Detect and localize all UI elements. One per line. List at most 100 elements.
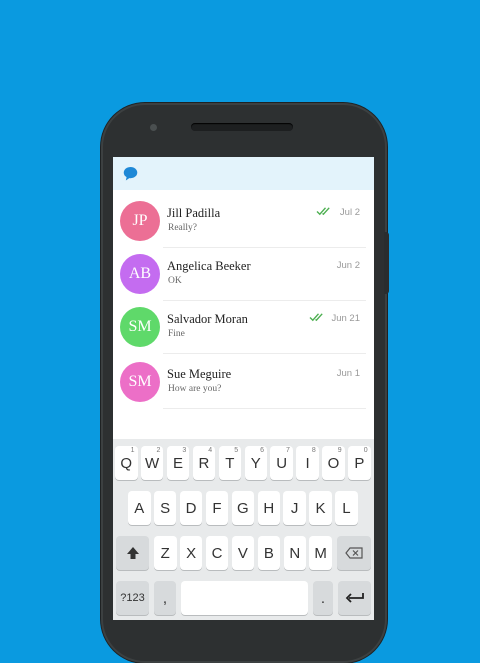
key-y[interactable]: Y6 bbox=[244, 446, 267, 480]
key-n[interactable]: N bbox=[283, 536, 306, 570]
message-preview: How are you? bbox=[168, 384, 222, 394]
double-check-icon bbox=[309, 313, 323, 322]
key-label: D bbox=[185, 499, 197, 517]
key-h[interactable]: H bbox=[257, 491, 280, 525]
key-number-hint: 1 bbox=[130, 447, 135, 454]
conversation-row[interactable]: SM Salvador Moran Fine Jun 21 bbox=[113, 301, 374, 354]
key-i[interactable]: I8 bbox=[296, 446, 319, 480]
key-x[interactable]: X bbox=[179, 536, 203, 570]
key-label: O bbox=[327, 454, 340, 472]
key-label: B bbox=[263, 544, 274, 562]
key-label: S bbox=[160, 499, 171, 517]
phone-side-button bbox=[384, 232, 389, 294]
enter-icon bbox=[345, 593, 364, 603]
period-key[interactable]: . bbox=[313, 581, 333, 615]
key-label: J bbox=[290, 499, 299, 517]
space-bar[interactable] bbox=[181, 581, 308, 615]
backspace-key[interactable] bbox=[337, 536, 371, 570]
avatar: SM bbox=[120, 362, 160, 402]
app-bar bbox=[113, 157, 374, 190]
key-c[interactable]: C bbox=[205, 536, 229, 570]
key-label: L bbox=[342, 499, 351, 517]
key-label: W bbox=[145, 454, 160, 472]
avatar: JP bbox=[120, 201, 160, 241]
key-q[interactable]: Q1 bbox=[115, 446, 138, 480]
key-label: I bbox=[305, 454, 310, 472]
key-v[interactable]: V bbox=[231, 536, 255, 570]
message-date: Jun 2 bbox=[336, 260, 360, 271]
message-preview: OK bbox=[168, 276, 182, 286]
row-divider bbox=[163, 408, 366, 409]
key-p[interactable]: P0 bbox=[348, 446, 371, 480]
key-label: Y bbox=[250, 454, 261, 472]
key-k[interactable]: K bbox=[309, 491, 332, 525]
avatar: SM bbox=[120, 307, 160, 347]
key-number-hint: 7 bbox=[285, 447, 290, 454]
key-label: U bbox=[276, 454, 288, 472]
key-g[interactable]: G bbox=[231, 491, 255, 525]
key-d[interactable]: D bbox=[179, 491, 203, 525]
key-label: C bbox=[211, 544, 223, 562]
key-l[interactable]: L bbox=[335, 491, 358, 525]
avatar: AB bbox=[120, 254, 160, 294]
message-preview: Really? bbox=[168, 223, 198, 233]
message-preview: Fine bbox=[168, 329, 185, 339]
key-label: P bbox=[354, 454, 365, 472]
key-label: T bbox=[225, 454, 235, 472]
key-label: Z bbox=[160, 544, 170, 562]
shift-key[interactable] bbox=[116, 536, 149, 570]
key-number-hint: 4 bbox=[208, 447, 213, 454]
key-label: Q bbox=[120, 454, 133, 472]
key-r[interactable]: R4 bbox=[192, 446, 216, 480]
contact-name: Salvador Moran bbox=[167, 312, 248, 326]
key-label: A bbox=[134, 499, 145, 517]
message-date: Jun 1 bbox=[336, 368, 360, 379]
key-label: . bbox=[320, 589, 326, 607]
contact-name: Jill Padilla bbox=[167, 206, 221, 220]
key-number-hint: 0 bbox=[363, 447, 368, 454]
key-b[interactable]: B bbox=[257, 536, 281, 570]
row-divider bbox=[163, 353, 366, 354]
front-camera bbox=[150, 124, 157, 131]
key-a[interactable]: A bbox=[128, 491, 151, 525]
key-label: X bbox=[186, 544, 197, 562]
conversation-row[interactable]: SM Sue Meguire How are you? Jun 1 bbox=[113, 356, 374, 409]
contact-name: Angelica Beeker bbox=[167, 259, 251, 273]
key-m[interactable]: M bbox=[309, 536, 332, 570]
earpiece-speaker bbox=[191, 123, 293, 131]
key-z[interactable]: Z bbox=[154, 536, 177, 570]
phone-screen: JP Jill Padilla Really? Jul 2 AB Angelica Bee… bbox=[113, 157, 374, 620]
key-o[interactable]: O9 bbox=[322, 446, 345, 480]
symbols-key[interactable]: ?123 bbox=[116, 581, 149, 615]
enter-key[interactable] bbox=[338, 581, 371, 615]
key-label: , bbox=[162, 589, 168, 607]
contact-name: Sue Meguire bbox=[167, 367, 232, 381]
double-check-icon bbox=[316, 207, 330, 216]
key-t[interactable]: T5 bbox=[218, 446, 242, 480]
key-number-hint: 6 bbox=[260, 447, 264, 454]
key-number-hint: 5 bbox=[234, 447, 239, 454]
key-label: E bbox=[173, 454, 184, 472]
key-number-hint: 8 bbox=[311, 447, 316, 454]
conversation-row[interactable]: AB Angelica Beeker OK Jun 2 bbox=[113, 248, 374, 301]
key-label: F bbox=[212, 499, 222, 517]
key-number-hint: 3 bbox=[182, 447, 187, 454]
message-date: Jul 2 bbox=[339, 207, 360, 218]
key-label: K bbox=[315, 499, 326, 517]
key-label: ?123 bbox=[120, 591, 145, 604]
key-s[interactable]: S bbox=[153, 491, 177, 525]
key-number-hint: 2 bbox=[156, 447, 161, 454]
comma-key[interactable]: , bbox=[154, 581, 176, 615]
key-f[interactable]: F bbox=[205, 491, 229, 525]
shift-icon bbox=[126, 547, 139, 559]
key-label: R bbox=[198, 454, 210, 472]
key-u[interactable]: U7 bbox=[270, 446, 293, 480]
key-e[interactable]: E3 bbox=[166, 446, 190, 480]
conversation-row[interactable]: JP Jill Padilla Really? Jul 2 bbox=[113, 195, 374, 248]
key-label: M bbox=[314, 544, 327, 562]
key-j[interactable]: J bbox=[283, 491, 306, 525]
soft-keyboard: Q 1 W 2 E 3 R 4 T 5 Y 6 U 7 I 8 O 9 P 0 A S D F G H J K L Z X C V B N M ?123… bbox=[113, 439, 374, 620]
backspace-icon bbox=[345, 547, 363, 559]
key-number-hint: 9 bbox=[337, 447, 342, 454]
key-w[interactable]: W2 bbox=[140, 446, 164, 480]
